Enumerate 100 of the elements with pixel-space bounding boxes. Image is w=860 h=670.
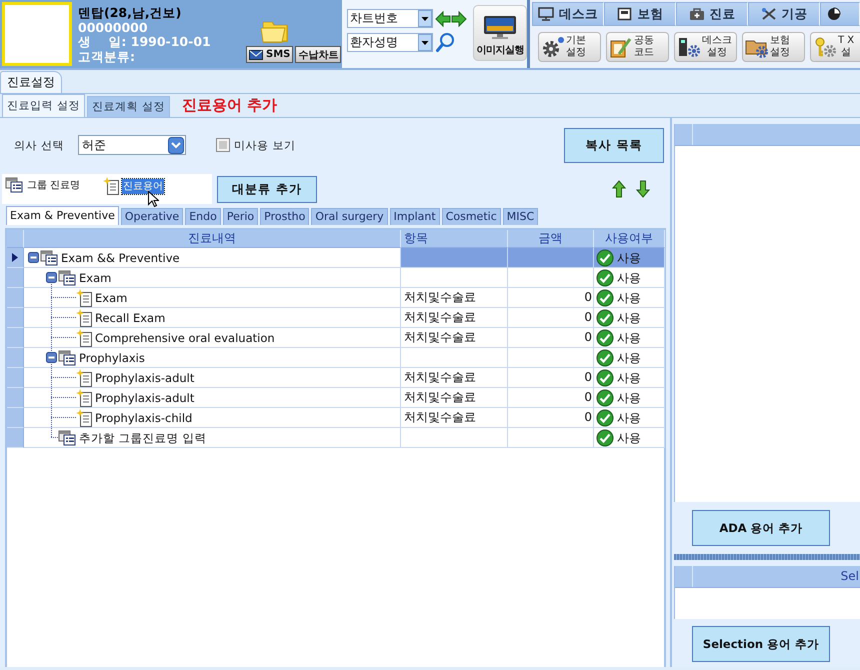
minus-toggle-icon[interactable] [46,352,57,363]
device-gear-icon [677,36,701,58]
toolbar-button[interactable]: T X 설 [810,32,860,62]
page-tab[interactable]: 진료설정 [0,71,62,93]
birth-date: 생 일: 1990-10-01 [78,35,211,50]
tree-label: Exam && Preventive [61,250,180,266]
column-header[interactable]: Sel [840,566,860,587]
sparkle-document-icon [76,388,92,406]
tree-label: Exam [79,270,112,286]
column-header[interactable]: 진료내역 [24,230,401,248]
toolbar-button[interactable]: 공동 코드 [606,32,669,62]
table-cell: 0 [508,328,594,348]
checkbox[interactable] [216,138,230,152]
usage-label: 사용 [617,430,641,446]
sms-button[interactable]: SMS [246,46,294,63]
stacked-cards-icon [58,430,76,446]
search-icon[interactable] [435,32,455,53]
row-header[interactable] [7,248,24,268]
check-icon [596,348,614,366]
tree-label: Comprehensive oral evaluation [95,330,275,346]
ada-term-add-button[interactable]: ADA 용어 추가 [692,510,830,546]
category-tab[interactable]: MISC [502,208,538,225]
search-type-dropdown[interactable]: 차트번호 [347,9,433,28]
table-cell: 처치및수술료 [401,308,508,328]
checkbox-label: 미사용 보기 [234,138,296,152]
pencil-document-icon [609,36,633,58]
selection-term-add-button[interactable]: Selection 용어 추가 [692,626,830,662]
sparkle-document-icon [76,408,92,426]
column-header[interactable]: 금액 [508,230,594,248]
check-icon [596,408,614,426]
doctor-label: 의사 선택 [14,138,64,152]
tree-label: Recall Exam [95,310,166,326]
nav-tab[interactable] [820,2,860,26]
left-right-arrows-icon[interactable] [435,10,467,28]
customer-class: 고객분류: [78,50,135,64]
toolbar-button[interactable]: 데스크 설정 [674,32,737,62]
category-tab[interactable]: Exam & Preventive [6,206,119,225]
stacked-cards-icon [58,270,76,286]
nav-tab[interactable]: 데스크 [532,2,604,26]
table-cell: 처치및수술료 [401,388,508,408]
category-tab[interactable]: Cosmetic [442,208,501,225]
sparkle-document-icon [76,288,92,306]
column-header[interactable]: 항목 [401,230,508,248]
check-icon [596,428,614,446]
sparkle-document-icon [76,368,92,386]
patient-name: 덴탑(28,남,건보) [78,6,182,20]
check-icon [596,328,614,346]
nav-tab[interactable]: 진료 [676,2,748,26]
check-icon [596,248,614,266]
search-type-dropdown[interactable]: 환자성명 [347,33,433,52]
table-cell: 처치및수술료 [401,288,508,308]
pie-chart-icon [826,7,842,21]
down-arrow-icon[interactable] [636,180,650,198]
card-icon [616,7,632,21]
tree-label: Prophylaxis-adult [95,370,194,386]
usage-label: 사용 [617,310,641,326]
usage-label: 사용 [617,270,641,286]
minus-toggle-icon[interactable] [46,272,57,283]
key-gear-icon [813,36,837,58]
gear-icon [541,36,565,58]
photo-placeholder [2,2,72,66]
category-tab[interactable]: Perio [222,208,258,225]
minus-toggle-icon[interactable] [28,252,39,263]
check-icon [596,288,614,306]
sparkle-document-icon [76,328,92,346]
check-icon [596,268,614,286]
up-arrow-icon[interactable] [612,180,626,198]
caret-icon [418,34,432,51]
sub-tab[interactable]: 진료입력 설정 [2,94,85,117]
check-icon [596,308,614,326]
monitor-icon [483,15,517,39]
legend-label[interactable]: 진료용어 [122,178,164,194]
legend-label[interactable]: 그룹 진료명 [26,178,82,192]
splitter-bar[interactable] [674,554,860,560]
table-cell: 0 [508,408,594,428]
nav-tab[interactable]: 보험 [604,2,676,26]
table-cell: 처치및수술료 [401,408,508,428]
crossed-tools-icon [760,7,776,21]
nav-tab[interactable]: 기공 [748,2,820,26]
toolbar-button[interactable]: 보험 설정 [742,32,805,62]
copy-list-button[interactable]: 복사 목록 [564,128,664,162]
category-tab[interactable]: Endo [185,208,221,225]
receipt-chart-button[interactable]: 수납차트 [295,46,342,63]
doctor-dropdown[interactable]: 허준 [78,135,186,155]
image-run-button[interactable]: 이미지실행 [473,5,527,61]
column-header[interactable]: 사용여부 [594,230,665,248]
category-tab[interactable]: Implant [390,208,440,225]
toolbar-button[interactable]: 기본 설정 [538,32,601,62]
check-icon [596,388,614,406]
category-tab[interactable]: Operative [120,208,184,225]
tree-label: 추가할 그룹진료명 입력 [79,430,206,446]
caret-icon [168,136,184,154]
table-cell: 0 [508,308,594,328]
table-cell: 0 [508,368,594,388]
category-tab[interactable]: Oral surgery [311,208,388,225]
table-cell: 0 [508,388,594,408]
category-tab[interactable]: Prostho [260,208,310,225]
sub-tab[interactable]: 진료계획 설정 [87,96,170,117]
usage-label: 사용 [617,350,641,366]
add-category-button[interactable]: 대분류 추가 [217,176,317,202]
